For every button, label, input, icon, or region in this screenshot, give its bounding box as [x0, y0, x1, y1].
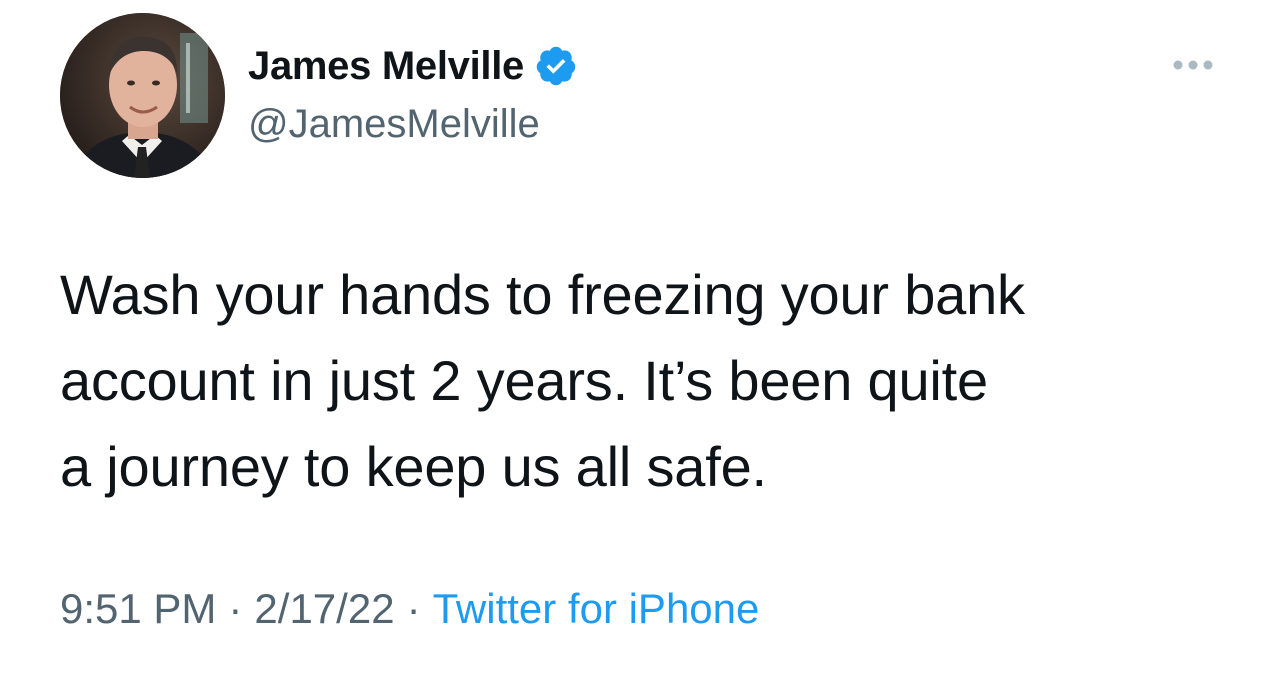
more-options-icon[interactable]: [1170, 56, 1216, 74]
avatar-photo: [60, 13, 225, 178]
avatar[interactable]: [60, 13, 225, 178]
meta-separator: ·: [228, 585, 243, 632]
author-handle[interactable]: @JamesMelville: [248, 102, 540, 147]
verified-badge-icon: [534, 44, 578, 88]
tweet-date[interactable]: 2/17/22: [254, 585, 394, 633]
author-name-row[interactable]: James Melville: [248, 40, 578, 92]
meta-separator: ·: [406, 585, 421, 632]
tweet-meta: 9:51 PM · 2/17/22 · Twitter for iPhone: [60, 585, 759, 633]
tweet-time[interactable]: 9:51 PM: [60, 585, 216, 633]
tweet-source-link[interactable]: Twitter for iPhone: [433, 585, 760, 633]
tweet-card: James Melville @JamesMelville Wash your …: [0, 0, 1280, 676]
author-display-name[interactable]: James Melville: [248, 44, 524, 89]
tweet-text: Wash your hands to freezing your bank ac…: [60, 263, 1025, 498]
